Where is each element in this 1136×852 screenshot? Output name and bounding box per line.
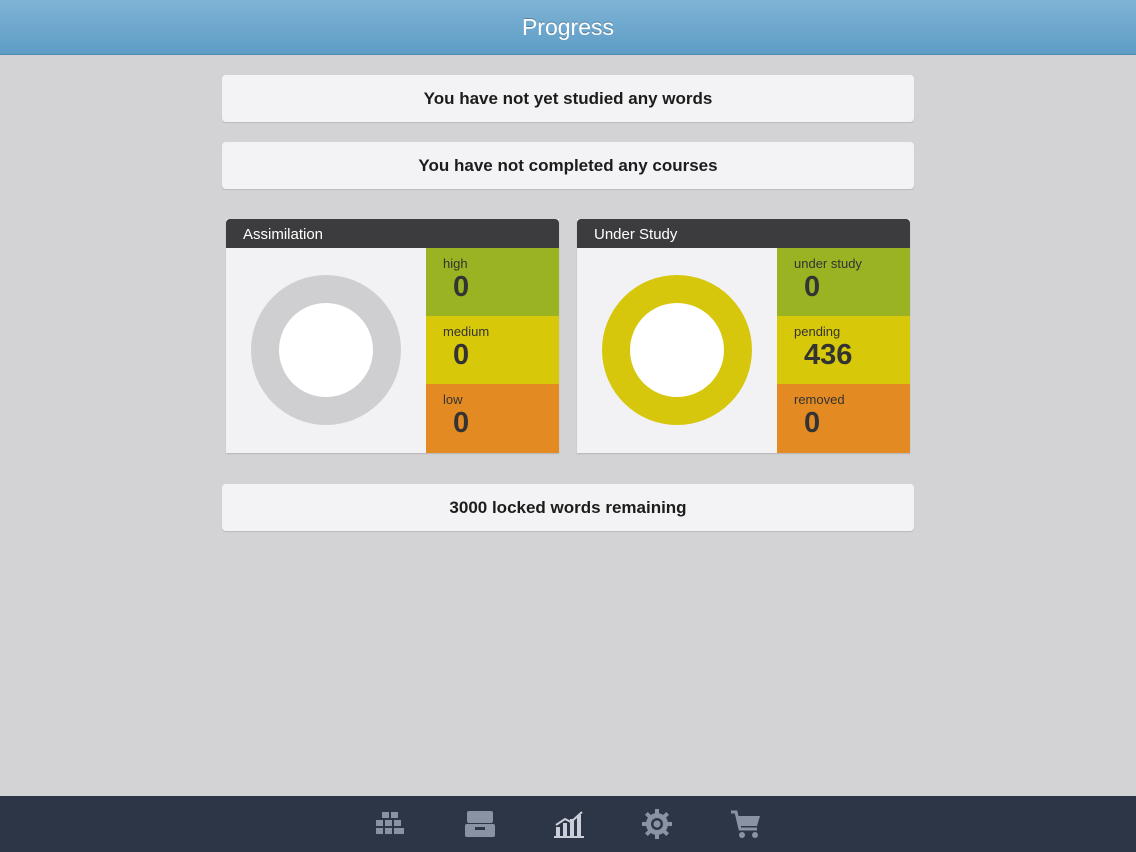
grid-icon: [376, 812, 404, 834]
assimilation-donut: [251, 275, 401, 425]
stat-label: under study: [794, 256, 862, 271]
under-study-panel-title: Under Study: [577, 219, 910, 248]
stat-label: high: [443, 256, 468, 271]
under-study-panel: Under Study under study 0 pending 436 re…: [577, 219, 910, 453]
tab-library[interactable]: [462, 806, 498, 842]
words-status-banner[interactable]: You have not yet studied any words: [222, 75, 914, 122]
stat-value: 0: [804, 407, 821, 439]
tab-settings[interactable]: [639, 806, 675, 842]
assimilation-high-stat: high 0: [426, 248, 559, 316]
assimilation-chart: [226, 248, 426, 453]
removed-stat: removed 0: [777, 384, 910, 453]
assimilation-panel: Assimilation high 0 medium 0 low 0: [226, 219, 559, 453]
courses-status-text: You have not completed any courses: [418, 155, 718, 175]
gear-icon: [642, 809, 672, 839]
locked-words-banner[interactable]: 3000 locked words remaining: [222, 484, 914, 531]
inbox-icon: [465, 811, 495, 837]
stat-value: 0: [453, 407, 470, 439]
courses-status-banner[interactable]: You have not completed any courses: [222, 142, 914, 189]
assimilation-medium-stat: medium 0: [426, 316, 559, 384]
tab-courses[interactable]: [372, 806, 408, 842]
page-title: Progress: [521, 13, 615, 40]
assimilation-panel-title: Assimilation: [226, 219, 559, 248]
words-status-text: You have not yet studied any words: [423, 88, 713, 108]
stat-label: low: [443, 392, 463, 407]
stat-label: removed: [794, 392, 845, 407]
under-study-chart: [577, 248, 777, 453]
tab-bar: [0, 796, 1136, 852]
under-study-donut: [602, 275, 752, 425]
tab-store[interactable]: [728, 806, 764, 842]
pending-stat: pending 436: [777, 316, 910, 384]
chart-icon: [554, 811, 584, 838]
tab-progress[interactable]: [551, 806, 587, 842]
stat-label: pending: [794, 324, 841, 339]
stat-value: 0: [453, 339, 470, 371]
stat-label: medium: [443, 324, 490, 339]
assimilation-low-stat: low 0: [426, 384, 559, 453]
stat-value: 436: [804, 339, 853, 371]
stat-value: 0: [453, 271, 470, 303]
cart-icon: [731, 810, 760, 838]
stat-value: 0: [804, 271, 821, 303]
title-bar: Progress: [0, 0, 1136, 55]
locked-words-text: 3000 locked words remaining: [449, 497, 687, 517]
under-study-stat: under study 0: [777, 248, 910, 316]
